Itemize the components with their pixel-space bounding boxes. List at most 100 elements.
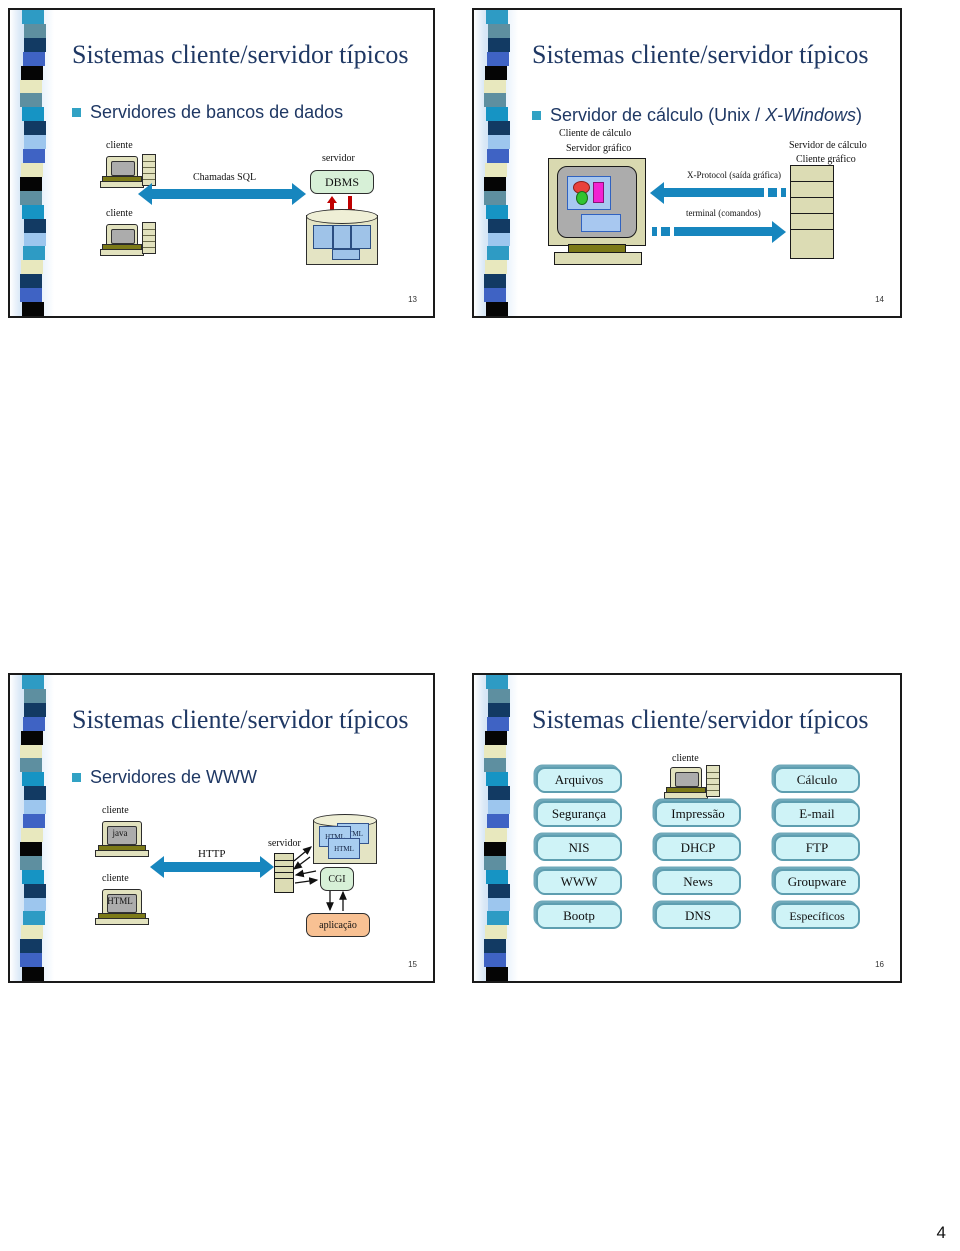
db-grid-1 <box>313 225 333 249</box>
tower-icon <box>142 154 156 186</box>
service-email[interactable]: E-mail <box>774 801 860 827</box>
slide-14[interactable]: Sistemas cliente/servidor típicos Servid… <box>472 8 902 318</box>
bullet-square-icon <box>72 108 81 117</box>
service-nis[interactable]: NIS <box>536 835 622 861</box>
slide-number: 15 <box>408 960 417 969</box>
connector-arrows <box>10 675 433 981</box>
terminal-dash-1 <box>652 227 657 236</box>
monitor-foot <box>100 249 144 256</box>
strip-block <box>22 51 45 66</box>
strip-block <box>483 274 506 289</box>
bullet-square-icon <box>532 111 541 120</box>
strip-block <box>485 65 508 80</box>
strip-block <box>24 232 47 247</box>
terminal-rest: (comandos) <box>716 208 761 218</box>
service-dhcp[interactable]: DHCP <box>655 835 741 861</box>
left-caption-line2: Servidor gráfico <box>566 143 632 154</box>
bullet-servidor-calculo: Servidor de cálculo (Unix / X-Windows) <box>532 105 862 126</box>
graphics-window <box>567 176 611 210</box>
strip-block <box>20 260 43 275</box>
service-impressao[interactable]: Impressão <box>655 801 741 827</box>
x-protocol-italic: X-Protocol <box>687 170 727 180</box>
strip-block <box>22 107 45 122</box>
sql-link-label: Chamadas SQL <box>193 172 257 183</box>
decorative-color-strip <box>10 10 54 316</box>
strip-block <box>20 190 43 205</box>
strip-block <box>484 260 507 275</box>
tower-icon <box>142 222 156 254</box>
arrow-head-right <box>292 183 306 205</box>
terminal-italic: terminal <box>686 208 716 218</box>
strip-block <box>22 246 45 261</box>
strip-block <box>486 204 509 219</box>
strip-block <box>487 218 510 233</box>
slide-number: 14 <box>875 295 884 304</box>
strip-block <box>488 232 511 247</box>
strip-block <box>24 135 47 150</box>
service-grid: Arquivos Cálculo Segurança Impressão E-m… <box>474 675 900 981</box>
strip-block <box>488 135 511 150</box>
slide-13[interactable]: Sistemas cliente/servidor típicos Servid… <box>8 8 435 318</box>
slide-16[interactable]: Sistemas cliente/servidor típicos client… <box>472 673 902 983</box>
strip-block <box>483 176 506 191</box>
service-ftp[interactable]: FTP <box>774 835 860 861</box>
strip-block <box>486 246 509 261</box>
service-especificos[interactable]: Específicos <box>774 903 860 929</box>
decorative-color-strip <box>474 10 518 316</box>
right-caption-line1: Servidor de cálculo <box>789 140 867 151</box>
strip-blocks-14 <box>483 10 511 316</box>
strip-block <box>484 288 507 303</box>
strip-block <box>487 121 510 136</box>
service-www[interactable]: WWW <box>536 869 622 895</box>
service-dns[interactable]: DNS <box>655 903 741 929</box>
db-grid-2 <box>333 225 351 249</box>
magenta-rect-shape <box>593 182 604 203</box>
strip-block <box>19 274 42 289</box>
screen <box>111 160 135 176</box>
service-bootp[interactable]: Bootp <box>536 903 622 929</box>
green-ellipse-shape <box>576 191 588 205</box>
strip-block <box>23 218 46 233</box>
terminal-arrow-shaft <box>674 227 772 236</box>
terminal-dash-2 <box>661 227 670 236</box>
service-news[interactable]: News <box>655 869 741 895</box>
service-arquivos[interactable]: Arquivos <box>536 767 622 793</box>
slide-15[interactable]: Sistemas cliente/servidor típicos Servid… <box>8 673 435 983</box>
service-seguranca[interactable]: Segurança <box>536 801 622 827</box>
x-protocol-dash-2 <box>781 188 786 197</box>
strip-block <box>485 162 507 177</box>
strip-block <box>487 23 510 38</box>
x-workstation-icon <box>548 158 646 246</box>
x-protocol-arrow-head <box>650 182 664 204</box>
slide-number: 13 <box>408 295 417 304</box>
service-groupware[interactable]: Groupware <box>774 869 860 895</box>
red-arrow-up-head <box>327 196 337 203</box>
x-protocol-dash-1 <box>768 188 777 197</box>
service-calculo[interactable]: Cálculo <box>774 767 860 793</box>
strip-block <box>20 93 43 108</box>
arrow-shaft <box>152 189 292 199</box>
page-title: Sistemas cliente/servidor típicos <box>532 40 869 69</box>
x-protocol-label: X-Protocol (saída gráfica) <box>687 170 781 180</box>
slide-number: 16 <box>875 960 884 969</box>
left-caption-line1: Cliente de cálculo <box>559 128 632 139</box>
strip-block <box>20 288 43 303</box>
strip-block <box>22 302 45 316</box>
screen <box>111 228 135 244</box>
db-grid-3 <box>351 225 371 249</box>
bullet-label-plain: Servidor de cálculo (Unix / <box>550 105 766 125</box>
strip-block <box>19 176 42 191</box>
terminal-label: terminal (comandos) <box>686 208 761 218</box>
client-label-2: cliente <box>106 208 133 219</box>
compute-server-rack <box>790 165 834 259</box>
strip-block <box>23 121 46 136</box>
strip-block <box>484 93 507 108</box>
client-label-1: cliente <box>106 140 133 151</box>
strip-block <box>21 162 43 177</box>
strip-block <box>486 51 509 66</box>
document-page-number: 4 <box>936 1223 946 1242</box>
terminal-arrow-head <box>772 221 786 243</box>
strip-block <box>24 37 47 52</box>
workstation-foot <box>554 252 642 265</box>
dbms-box: DBMS <box>310 170 374 194</box>
